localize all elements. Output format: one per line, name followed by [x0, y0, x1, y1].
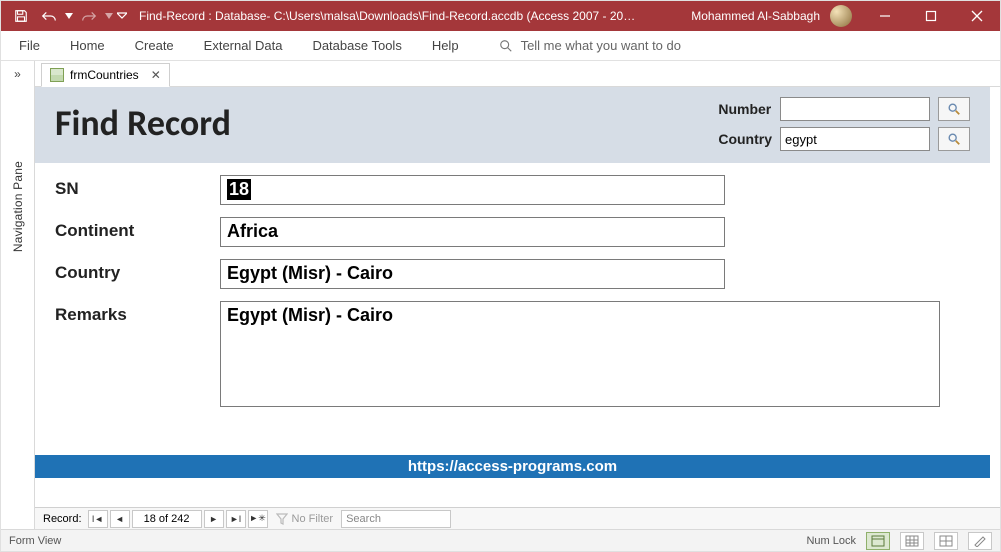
country-label: Country — [55, 259, 220, 283]
first-record-button[interactable]: I◄ — [88, 510, 108, 528]
filter-label: No Filter — [292, 513, 334, 525]
tab-help[interactable]: Help — [432, 38, 459, 53]
sn-label: SN — [55, 175, 220, 199]
form-view-button[interactable] — [866, 532, 890, 550]
search-number-button[interactable] — [938, 97, 970, 121]
sn-value: 18 — [227, 179, 251, 200]
datasheet-view-button[interactable] — [900, 532, 924, 550]
record-search-input[interactable]: Search — [341, 510, 451, 528]
continent-field[interactable]: Africa — [220, 217, 725, 247]
design-view-button[interactable] — [968, 532, 992, 550]
qat-customize-icon[interactable] — [115, 1, 129, 31]
workspace: » Navigation Pane frmCountries ✕ Find Re… — [1, 61, 1000, 529]
user-name[interactable]: Mohammed Al-Sabbagh — [691, 9, 820, 23]
datasheet-view-icon — [905, 535, 919, 547]
save-icon[interactable] — [7, 1, 35, 31]
next-record-button[interactable]: ► — [204, 510, 224, 528]
search-panel: Number Country — [718, 97, 972, 151]
redo-dropdown-icon[interactable] — [103, 1, 115, 31]
close-tab-icon[interactable]: ✕ — [151, 68, 161, 82]
country-field[interactable]: Egypt (Misr) - Cairo — [220, 259, 725, 289]
quick-access-toolbar — [1, 1, 129, 31]
filter-indicator[interactable]: No Filter — [276, 513, 334, 525]
expand-navpane-icon[interactable]: » — [14, 67, 21, 81]
undo-icon[interactable] — [35, 1, 63, 31]
tab-external-data[interactable]: External Data — [204, 38, 283, 53]
record-navigator: Record: I◄ ◄ 18 of 242 ► ►I ►✳ No Filter… — [35, 507, 1000, 529]
layout-view-icon — [939, 535, 953, 547]
search-country-label: Country — [718, 131, 772, 147]
window-title: Find-Record : Database- C:\Users\malsa\D… — [139, 9, 635, 23]
navigation-pane[interactable]: » Navigation Pane — [1, 61, 35, 529]
search-country-button[interactable] — [938, 127, 970, 151]
tab-file[interactable]: File — [19, 38, 40, 53]
prev-record-button[interactable]: ◄ — [110, 510, 130, 528]
footer-link[interactable]: https://access-programs.com — [35, 455, 990, 478]
navigation-pane-label: Navigation Pane — [11, 161, 25, 252]
redo-icon[interactable] — [75, 1, 103, 31]
layout-view-button[interactable] — [934, 532, 958, 550]
search-number-label: Number — [718, 101, 772, 117]
ribbon: File Home Create External Data Database … — [1, 31, 1000, 61]
magnifier-icon — [947, 102, 961, 116]
form-header: Find Record Number Country — [35, 87, 990, 163]
search-number-input[interactable] — [780, 97, 930, 121]
last-record-button[interactable]: ►I — [226, 510, 246, 528]
tab-home[interactable]: Home — [70, 38, 105, 53]
search-country-input[interactable] — [780, 127, 930, 151]
form-icon — [50, 68, 64, 82]
form-view-icon — [871, 535, 885, 547]
magnifier-icon — [947, 132, 961, 146]
filter-icon — [276, 513, 288, 525]
maximize-button[interactable] — [908, 1, 954, 31]
titlebar: Find-Record : Database- C:\Users\malsa\D… — [1, 1, 1000, 31]
document-tabs: frmCountries ✕ — [35, 61, 1000, 87]
view-mode-label: Form View — [9, 535, 61, 547]
undo-dropdown-icon[interactable] — [63, 1, 75, 31]
tell-me[interactable]: Tell me what you want to do — [499, 38, 681, 53]
continent-label: Continent — [55, 217, 220, 241]
remarks-label: Remarks — [55, 301, 220, 325]
tab-label: frmCountries — [70, 68, 139, 82]
design-view-icon — [973, 535, 987, 547]
tell-me-label: Tell me what you want to do — [521, 38, 681, 53]
tab-database-tools[interactable]: Database Tools — [312, 38, 401, 53]
close-button[interactable] — [954, 1, 1000, 31]
form-body: SN 18 Continent Africa Country Egypt (Mi… — [35, 163, 990, 427]
new-record-button[interactable]: ►✳ — [248, 510, 268, 528]
document-area: frmCountries ✕ Find Record Number — [35, 61, 1000, 529]
avatar[interactable] — [830, 5, 852, 27]
app-window: Find-Record : Database- C:\Users\malsa\D… — [0, 0, 1001, 552]
minimize-button[interactable] — [862, 1, 908, 31]
search-icon — [499, 39, 513, 53]
record-label: Record: — [39, 513, 86, 525]
numlock-label: Num Lock — [806, 535, 856, 547]
sn-field[interactable]: 18 — [220, 175, 725, 205]
statusbar: Form View Num Lock — [1, 529, 1000, 551]
tab-frmcountries[interactable]: frmCountries ✕ — [41, 63, 170, 87]
remarks-field[interactable]: Egypt (Misr) - Cairo — [220, 301, 940, 407]
tab-create[interactable]: Create — [135, 38, 174, 53]
form-scroll[interactable]: Find Record Number Country — [35, 87, 1000, 507]
record-counter[interactable]: 18 of 242 — [132, 510, 202, 528]
